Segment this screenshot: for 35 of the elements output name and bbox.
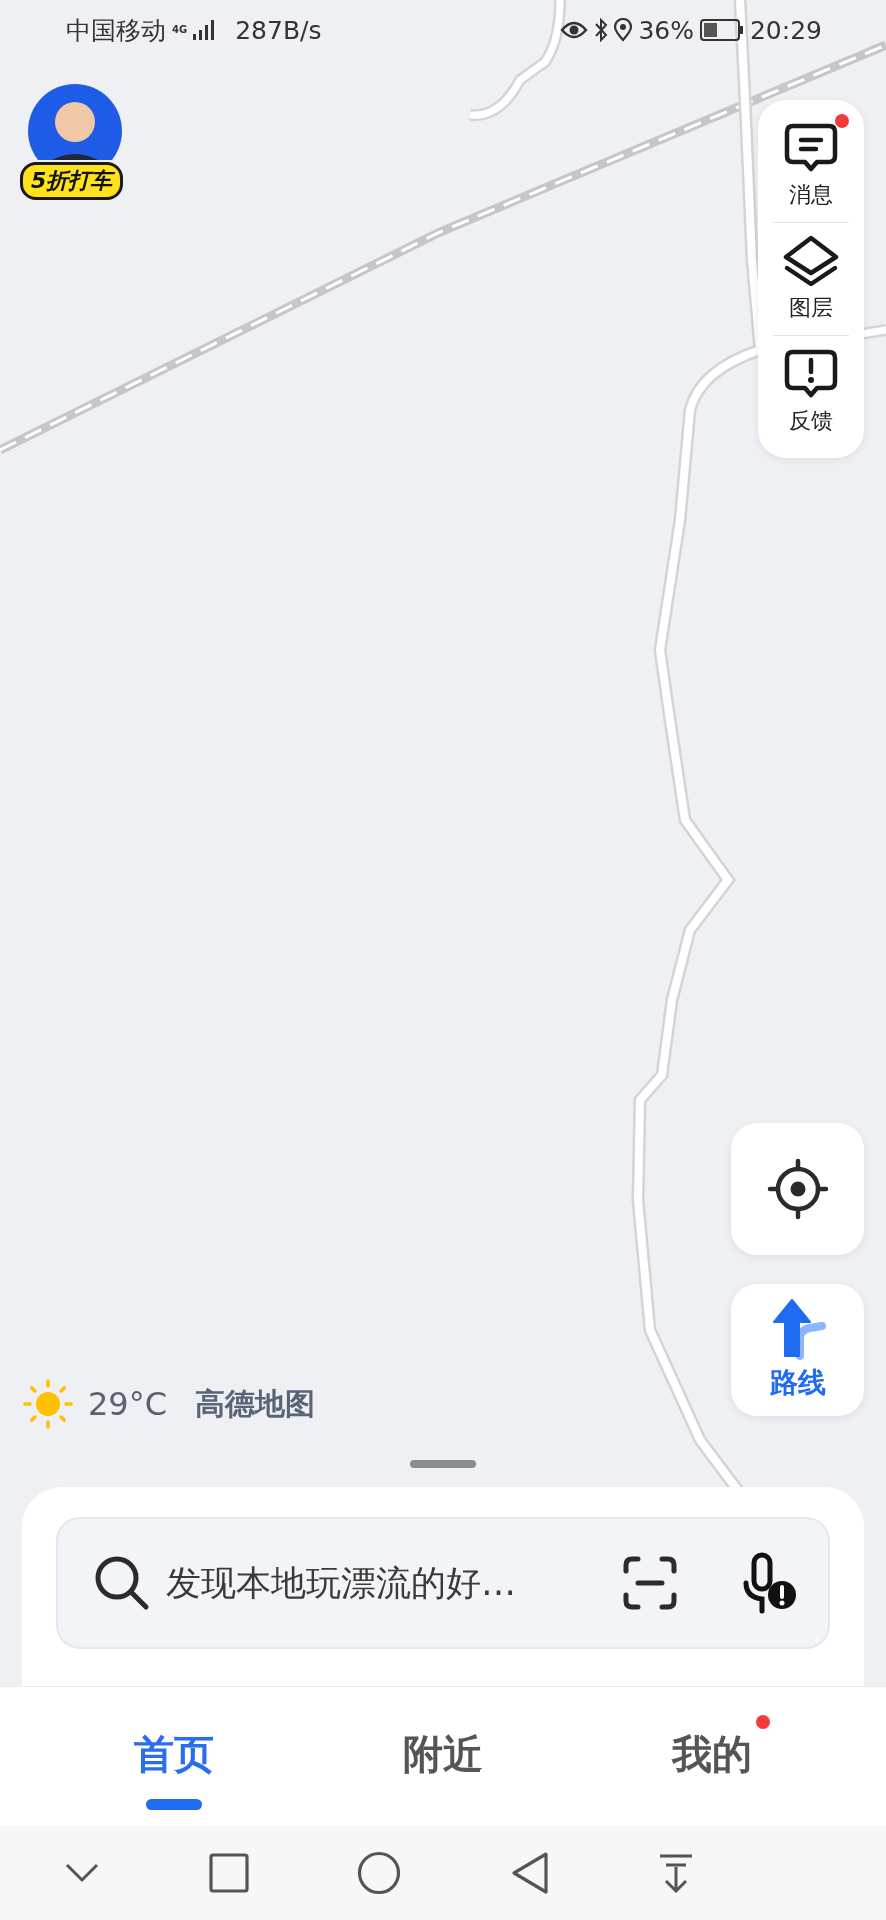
layers-icon <box>781 235 841 287</box>
home-icon[interactable] <box>357 1851 401 1895</box>
notification-pull-icon[interactable] <box>658 1853 694 1893</box>
side-panel-button[interactable]: 反馈 <box>758 336 864 448</box>
battery-icon <box>699 19 744 41</box>
back-icon[interactable] <box>509 1851 550 1895</box>
promo-badge[interactable]: 5折打车 <box>20 162 124 200</box>
network-speed-text: 287B/s <box>235 15 322 45</box>
location-icon <box>614 18 633 42</box>
carrier-text: 中国移动 <box>66 14 166 47</box>
tab[interactable]: 首页 <box>114 1701 235 1812</box>
side-panel-button[interactable]: 消息 <box>758 110 864 222</box>
tab[interactable]: 附近 <box>383 1701 503 1812</box>
message-icon <box>783 122 839 174</box>
side-panel-button[interactable]: 图层 <box>758 223 864 335</box>
clock-text: 20:29 <box>749 15 822 45</box>
feedback-icon <box>783 348 839 400</box>
bluetooth-icon <box>594 18 609 42</box>
drag-handle[interactable] <box>410 1460 476 1468</box>
temperature-text: 29°C <box>88 1385 168 1423</box>
eye-icon <box>560 20 589 40</box>
recents-icon[interactable] <box>208 1853 249 1893</box>
brand-text: 高德地图 <box>195 1384 316 1423</box>
chevron-down-icon[interactable] <box>64 1862 100 1884</box>
network-type-text: 4G <box>172 25 188 35</box>
route-button[interactable]: 路线 <box>731 1284 864 1416</box>
locate-button[interactable] <box>731 1123 864 1255</box>
signal-icon <box>193 19 216 41</box>
locate-icon <box>765 1157 830 1221</box>
search-field[interactable]: 发现本地玩漂流的好… <box>166 1563 608 1603</box>
microphone-icon[interactable] <box>742 1551 798 1615</box>
scan-icon[interactable] <box>622 1555 678 1611</box>
sun-icon <box>22 1378 74 1430</box>
tab[interactable]: 我的 <box>651 1701 772 1812</box>
battery-percent-text: 36% <box>638 15 694 45</box>
